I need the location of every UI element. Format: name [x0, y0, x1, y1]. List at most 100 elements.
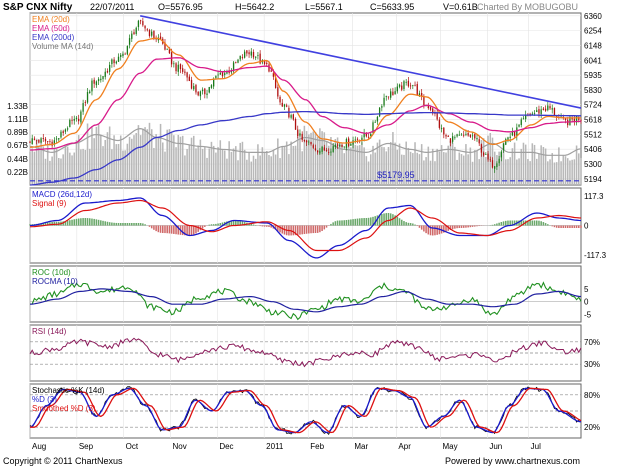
volume-bar — [111, 149, 113, 185]
candle-body — [456, 134, 458, 137]
volume-bar — [53, 147, 56, 185]
price-tick-label: 5512 — [584, 130, 602, 139]
volume-bar — [144, 127, 146, 185]
macd-histogram-bar — [212, 224, 215, 226]
candle-body — [113, 59, 115, 64]
candle-body — [407, 80, 410, 87]
rsi-tick-label: 30% — [584, 360, 600, 369]
volume-bar — [513, 142, 516, 185]
macd-histogram-bar — [403, 221, 405, 226]
candle-body — [482, 152, 485, 156]
volume-bar — [529, 161, 531, 185]
macd-histogram-bar — [312, 225, 315, 234]
candle-body — [321, 146, 323, 152]
macd-histogram-bar — [398, 218, 401, 226]
volume-bar — [86, 123, 89, 185]
volume-bar — [46, 144, 49, 185]
price-tick-label: 5300 — [584, 160, 602, 169]
macd-histogram-bar — [425, 225, 427, 234]
candle-body — [117, 56, 120, 62]
macd-histogram-bar — [414, 224, 416, 226]
candle-body — [186, 72, 188, 78]
volume-bar — [188, 144, 191, 185]
volume-bar — [108, 126, 111, 185]
x-tick-label: Dec — [219, 442, 233, 451]
candle-body — [350, 143, 352, 146]
volume-bar — [250, 161, 253, 185]
volume-bar — [259, 155, 261, 185]
macd-histogram-bar — [197, 225, 199, 232]
candle-body — [153, 30, 155, 39]
volume-bar — [97, 124, 100, 185]
volume-bar — [168, 129, 171, 185]
macd-histogram-bar — [168, 225, 171, 234]
x-tick-label: Jul — [531, 442, 541, 451]
stochastic-legend-entry: %D (3) — [32, 395, 57, 404]
volume-bar — [507, 159, 509, 185]
candle-body — [356, 138, 359, 140]
candle-body — [73, 118, 75, 121]
macd-histogram-bar — [75, 218, 78, 226]
volume-bar — [88, 148, 91, 185]
volume-bar — [219, 140, 222, 185]
macd-histogram-bar — [102, 220, 104, 226]
macd-histogram-bar — [325, 225, 328, 228]
volume-tick-label: 0.89B — [7, 128, 28, 137]
candle-body — [197, 91, 199, 96]
candle-body — [502, 143, 505, 151]
macd-histogram-bar — [173, 225, 175, 234]
macd-histogram-bar — [69, 220, 71, 226]
header-volume: V=0.61B — [443, 2, 478, 12]
macd-histogram-bar — [296, 225, 299, 235]
volume-bar — [157, 136, 160, 185]
macd-histogram-bar — [153, 225, 155, 230]
candle-body — [182, 68, 184, 72]
candle-body — [394, 91, 396, 95]
candle-body — [286, 105, 288, 107]
candle-body — [257, 55, 259, 56]
volume-bar — [316, 136, 319, 185]
macd-histogram-bar — [544, 223, 547, 226]
macd-histogram-bar — [126, 223, 129, 226]
macd-histogram-bar — [531, 220, 534, 226]
volume-bar — [511, 148, 514, 185]
macd-histogram-bar — [547, 224, 549, 226]
volume-bar — [73, 152, 76, 185]
volume-bar — [232, 148, 235, 185]
candle-body — [84, 102, 86, 103]
macd-histogram-bar — [436, 225, 438, 235]
volume-bar — [553, 162, 556, 185]
volume-bar — [263, 152, 266, 185]
volume-bar — [84, 150, 87, 185]
rsi-tick-label: 70% — [584, 338, 600, 347]
candle-body — [128, 38, 131, 45]
macd-histogram-bar — [71, 219, 73, 226]
macd-histogram-bar — [261, 225, 264, 227]
macd-histogram-bar — [259, 225, 261, 227]
volume-bar — [555, 162, 558, 185]
candle-body — [64, 129, 67, 132]
candle-body — [398, 84, 401, 87]
macd-tick-label: 117.3 — [584, 192, 604, 201]
volume-bar — [341, 144, 343, 185]
macd-histogram-bar — [144, 224, 146, 226]
macd-histogram-bar — [334, 221, 337, 226]
macd-histogram-bar — [106, 221, 109, 226]
candle-body — [62, 131, 64, 134]
macd-histogram-bar — [347, 219, 350, 226]
candle-body — [237, 59, 239, 63]
macd-histogram-bar — [157, 225, 160, 233]
candle-body — [405, 81, 407, 83]
volume-bar — [124, 150, 126, 185]
volume-bar — [104, 139, 107, 185]
volume-bar — [560, 161, 562, 185]
volume-bar — [440, 145, 443, 185]
macd-histogram-bar — [345, 220, 348, 226]
price-tick-label: 6254 — [584, 27, 602, 36]
candle-body — [148, 30, 151, 37]
candle-body — [217, 74, 219, 76]
macd-tick-label: 0 — [584, 222, 589, 231]
candle-body — [199, 91, 202, 97]
candle-body — [71, 119, 73, 121]
macd-histogram-bar — [150, 225, 153, 229]
